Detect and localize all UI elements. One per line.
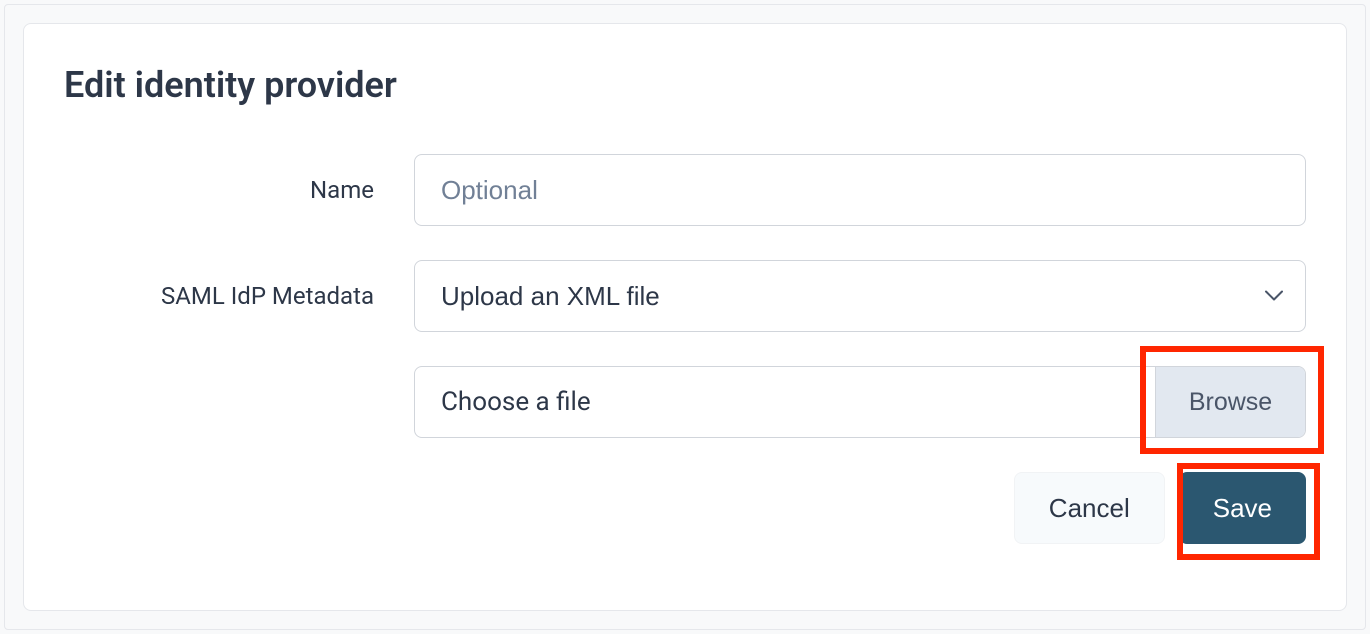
metadata-select-wrap: Upload an XML file — [414, 260, 1306, 332]
save-button[interactable]: Save — [1179, 472, 1306, 544]
metadata-row: SAML IdP Metadata Upload an XML file — [64, 260, 1306, 332]
name-row: Name — [64, 154, 1306, 226]
name-input[interactable] — [414, 154, 1306, 226]
actions-row: Cancel Save — [64, 472, 1306, 544]
metadata-select-container: Upload an XML file — [414, 260, 1306, 332]
name-input-wrap — [414, 154, 1306, 226]
page-background: Edit identity provider Name SAML IdP Met… — [4, 4, 1366, 630]
file-row: Choose a file Browse — [64, 366, 1306, 438]
metadata-select[interactable]: Upload an XML file — [414, 260, 1306, 332]
file-input-group: Choose a file Browse — [414, 366, 1306, 438]
file-placeholder: Choose a file — [415, 367, 1155, 437]
cancel-button[interactable]: Cancel — [1014, 472, 1165, 544]
page-title: Edit identity provider — [64, 64, 1306, 106]
metadata-label: SAML IdP Metadata — [64, 282, 414, 310]
edit-identity-provider-card: Edit identity provider Name SAML IdP Met… — [23, 23, 1347, 611]
browse-button[interactable]: Browse — [1155, 367, 1305, 437]
name-label: Name — [64, 176, 414, 204]
